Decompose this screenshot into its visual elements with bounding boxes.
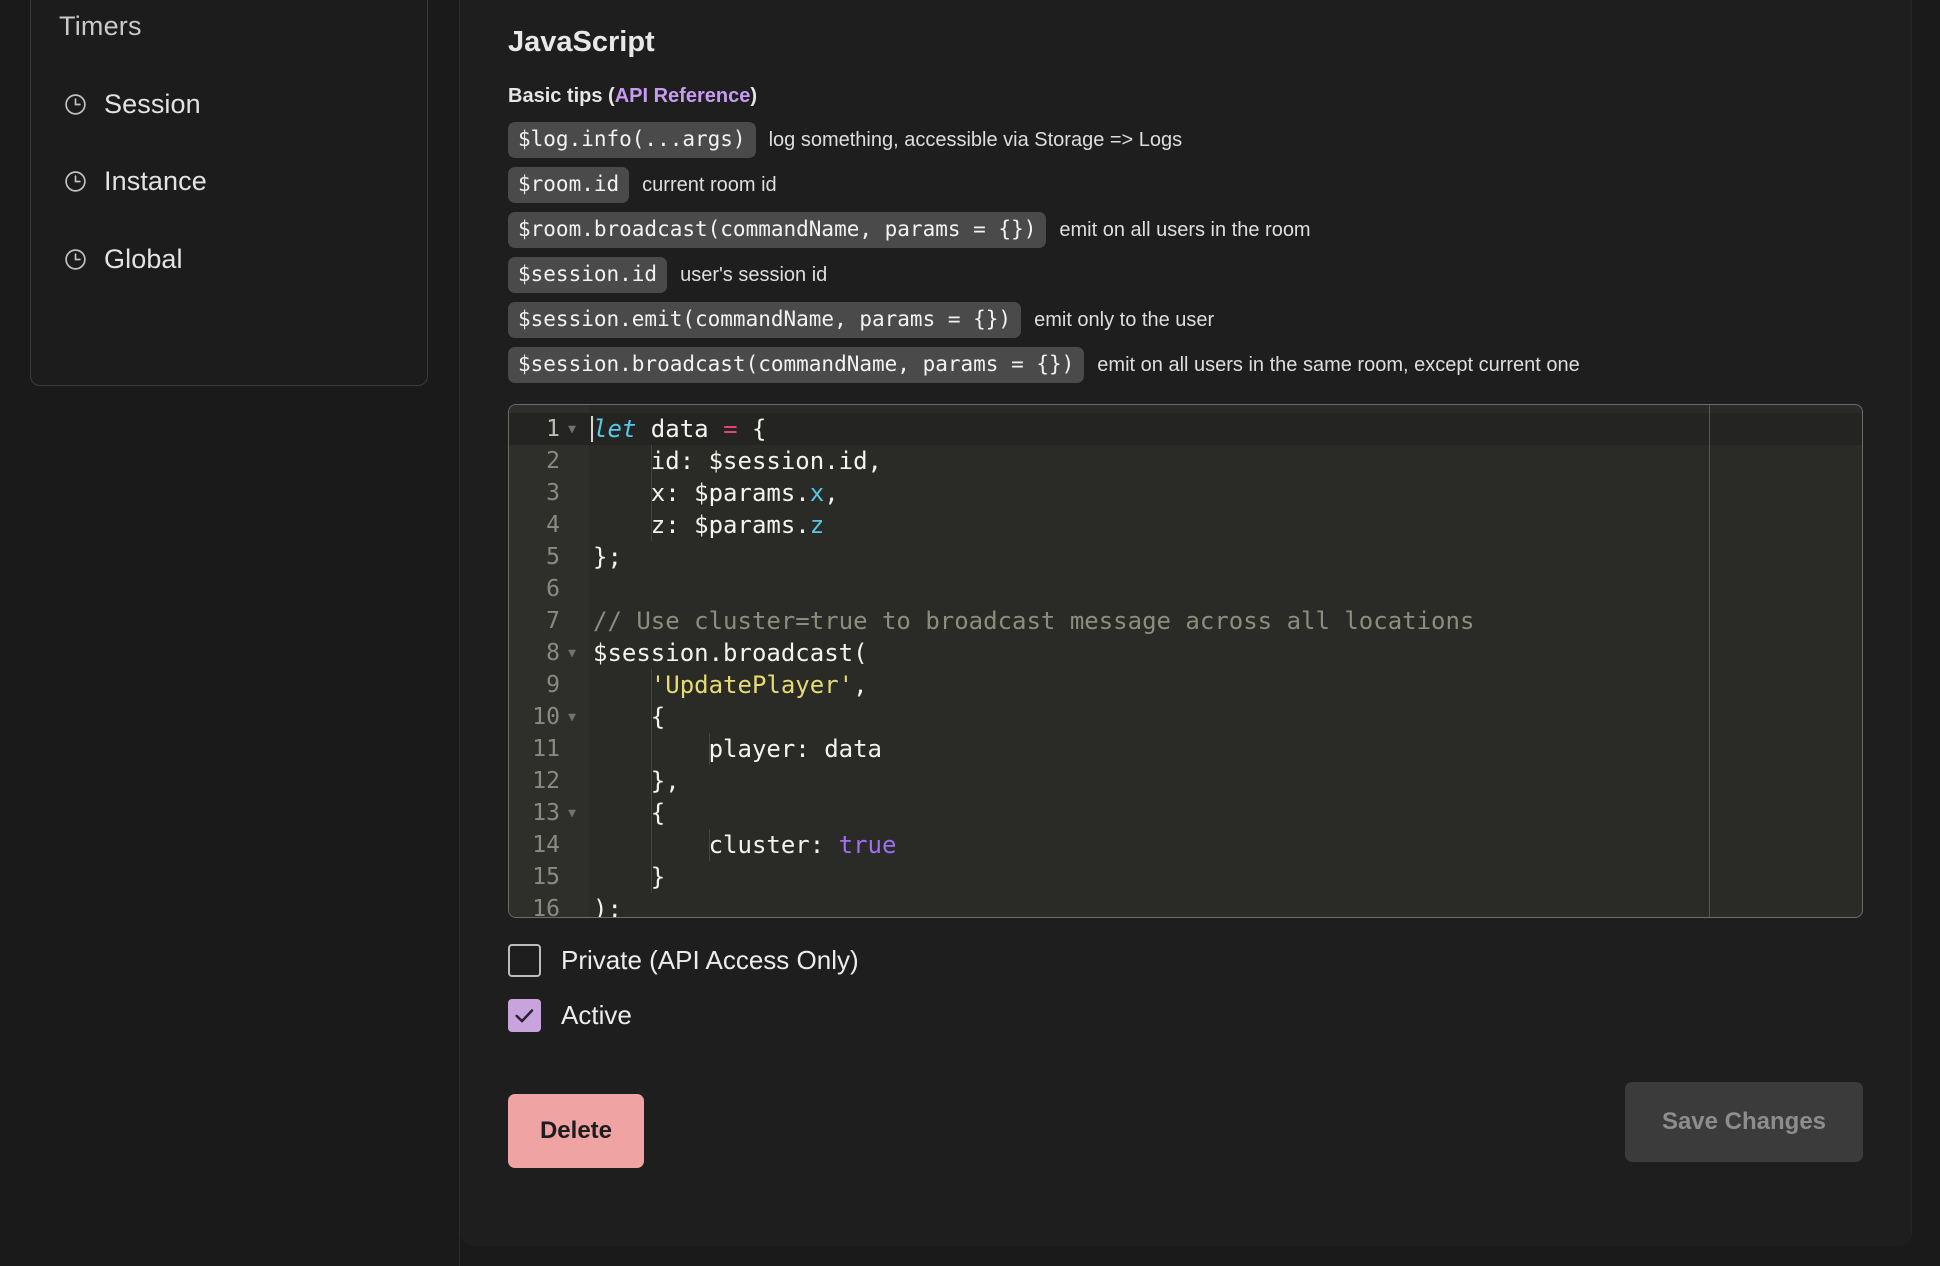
fold-toggle-icon[interactable]: ▼ [563, 806, 581, 821]
editor-code-line: id: $session.id, [593, 445, 882, 477]
private-checkbox-row[interactable]: Private (API Access Only) [508, 944, 859, 977]
tip-description: emit on all users in the same room, exce… [1097, 353, 1580, 376]
sidebar-item-label: Session [104, 89, 201, 119]
editor-line-number: 5▼ [546, 544, 560, 570]
tip-code-chip: $room.broadcast(commandName, params = {}… [508, 212, 1047, 248]
tip-code-chip: $room.id [508, 167, 630, 203]
app-root: Timers Session Instance Global JavaScrip… [0, 0, 1940, 1266]
editor-line-number: 15▼ [532, 864, 560, 890]
sidebar-item-instance[interactable]: Instance [57, 162, 213, 201]
tip-description: current room id [642, 173, 777, 196]
basic-tips-heading: Basic tips (API Reference) [508, 85, 1911, 108]
editor-line-number: 8 ▼ [509, 637, 589, 669]
active-checkbox-row[interactable]: Active [508, 999, 632, 1032]
editor-line-number: 11▼ [532, 736, 560, 762]
editor-minimap-separator [1709, 405, 1710, 917]
tip-row: $room.broadcast(commandName, params = {}… [508, 211, 1911, 249]
action-button-row: Delete Save Changes [508, 1082, 1863, 1168]
editor-line-number: 14▼ [532, 832, 560, 858]
editor-code-line: let data = { [589, 413, 1862, 445]
tip-row: $session.id user's session id [508, 256, 1911, 294]
api-reference-link[interactable]: API Reference [615, 85, 751, 107]
timers-card: Timers Session Instance Global [30, 0, 428, 386]
active-checkbox-label: Active [561, 1000, 632, 1030]
editor-line-number: 9▼ [546, 672, 560, 698]
tips-list: $log.info(...args) log something, access… [508, 121, 1911, 384]
editor-line-number: 10 ▼ [509, 701, 589, 733]
editor-line-number: 16▼ [532, 896, 560, 918]
tip-description: log something, accessible via Storage =>… [768, 128, 1183, 151]
editor-code-line: cluster: true [593, 829, 897, 861]
editor-code-area[interactable]: let data = { id: $session.id, x: $params… [589, 405, 1862, 917]
clock-icon [63, 169, 88, 194]
editor-code-line: // Use cluster=true to broadcast message… [593, 607, 1475, 635]
editor-code-line: }; [593, 543, 622, 571]
editor-code-line: 'UpdatePlayer', [650, 669, 868, 701]
tip-row: $session.emit(commandName, params = {}) … [508, 301, 1911, 339]
sidebar-item-label: Instance [104, 166, 207, 196]
editor-line-number: 6▼ [546, 576, 560, 602]
page-title: JavaScript [508, 26, 655, 58]
active-checkbox[interactable] [508, 999, 541, 1032]
private-checkbox-label: Private (API Access Only) [561, 945, 859, 975]
editor-gutter[interactable]: 1▼ 2▼ 3▼ 4▼ 5▼ 6▼ 7▼ 8▼ 9▼ 10▼ 11▼ 12▼ 13▼ 14▼ 15▼ 16▼ [509, 405, 589, 917]
editor-code-line [589, 573, 1862, 605]
tip-row: $session.broadcast(commandName, params =… [508, 346, 1911, 384]
editor-code-line: { [593, 797, 666, 829]
check-icon [515, 1009, 534, 1023]
editor-line-number: 3▼ [546, 480, 560, 506]
tip-row: $room.id current room id [508, 166, 1911, 204]
editor-line-number: 13 ▼ [509, 797, 589, 829]
tip-description: emit on all users in the room [1059, 218, 1311, 241]
fold-toggle-icon[interactable]: ▼ [563, 422, 581, 437]
editor-code-line: }, [593, 765, 680, 797]
editor-line-number: 2▼ [546, 448, 560, 474]
private-checkbox[interactable] [508, 944, 541, 977]
editor-code-line: $session.broadcast( [593, 639, 868, 667]
code-editor[interactable]: 1▼2▼3▼4▼5▼6▼7▼8▼9▼10▼11▼12▼13▼14▼15▼16▼ … [508, 404, 1863, 918]
fold-toggle-icon[interactable]: ▼ [563, 646, 581, 661]
main-content: JavaScript Basic tips (API Reference) $l… [460, 0, 1940, 1266]
editor-code-line: { [593, 701, 666, 733]
sidebar-item-label: Global [104, 244, 183, 274]
tip-description: user's session id [680, 263, 828, 286]
sidebar: Timers Session Instance Global [0, 0, 460, 1266]
delete-button[interactable]: Delete [508, 1094, 644, 1168]
editor-line-number: 4▼ [546, 512, 560, 538]
save-changes-button[interactable]: Save Changes [1625, 1082, 1863, 1162]
editor-code-line: z: $params.z [593, 509, 825, 541]
tip-code-chip: $session.emit(commandName, params = {}) [508, 302, 1022, 338]
sidebar-title: Timers [59, 11, 142, 41]
editor-line-number: 7▼ [546, 608, 560, 634]
tip-row: $log.info(...args) log something, access… [508, 121, 1911, 159]
tip-code-chip: $log.info(...args) [508, 122, 756, 158]
clock-icon [63, 247, 88, 272]
editor-line-number: 12▼ [532, 768, 560, 794]
tip-code-chip: $session.id [508, 257, 668, 293]
clock-icon [63, 92, 88, 117]
basic-tips-label: Basic tips ( [508, 85, 615, 107]
fold-toggle-icon[interactable]: ▼ [563, 710, 581, 725]
script-editor-panel: JavaScript Basic tips (API Reference) $l… [460, 0, 1912, 1246]
editor-code-line: player: data [593, 733, 882, 765]
tip-description: emit only to the user [1034, 308, 1215, 331]
editor-line-number: 1 ▼ [509, 413, 589, 445]
sidebar-item-global[interactable]: Global [57, 240, 189, 279]
tip-code-chip: $session.broadcast(commandName, params =… [508, 347, 1085, 383]
editor-code-line: ); [593, 895, 622, 917]
editor-code-line: } [593, 861, 666, 893]
editor-code-line: x: $params.x, [593, 477, 839, 509]
basic-tips-paren: ) [750, 85, 757, 107]
sidebar-item-session[interactable]: Session [57, 85, 207, 124]
